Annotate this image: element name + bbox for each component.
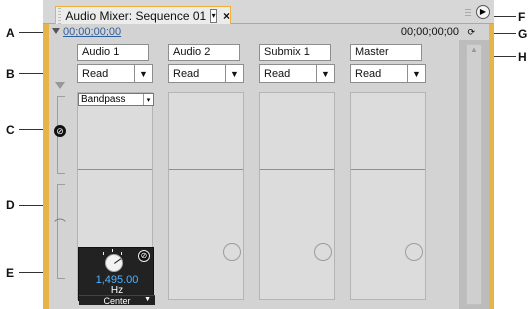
automation-mode-select[interactable]: Read ▼ (259, 64, 335, 83)
callout-g-line (493, 33, 516, 34)
chevron-down-icon[interactable]: ▾ (143, 94, 153, 105)
automation-mode-select[interactable]: Read ▼ (168, 64, 244, 83)
tab-audio-mixer[interactable]: Audio Mixer: Sequence 01 ▾ × (55, 6, 231, 24)
dial-needle (114, 258, 122, 264)
track-audio-1: Audio 1 Read ▼ Bandpass ▾ ⊘ 1,495.00 Hz … (73, 40, 161, 306)
mixer-body: 00;00;00;00 00;00;00;00 ⟳ ⊘ ⌒ Audio 1 Re… (49, 24, 489, 309)
chevron-down-icon[interactable]: ▼ (407, 65, 425, 82)
chevron-down-icon[interactable]: ▼ (134, 65, 152, 82)
automation-mode-select[interactable]: Read ▼ (77, 64, 153, 83)
tab-title: Audio Mixer: Sequence 01 (65, 8, 207, 23)
root: A B C D E F G H Audio Mixer: Sequence 01… (0, 0, 531, 309)
effect-name: Bandpass (81, 94, 126, 105)
track-name-field[interactable]: Audio 2 (168, 44, 240, 61)
effects-area: Bandpass ▾ ⊘ 1,495.00 Hz Center ▼ (77, 92, 155, 306)
drag-grip-icon[interactable] (58, 7, 62, 24)
effects-knob-icon: ⊘ (54, 125, 66, 137)
playhead-marker-icon (52, 28, 60, 34)
center-label: Center (103, 295, 131, 306)
track-name-field[interactable]: Submix 1 (259, 44, 331, 61)
dial-tick (112, 249, 113, 252)
effects-area (259, 92, 335, 300)
panel-grip-icon[interactable] (465, 8, 471, 16)
callout-d: D (6, 198, 15, 212)
tab-dropdown-button[interactable]: ▾ (210, 8, 217, 23)
track-submix-1: Submix 1 Read ▼ (255, 40, 343, 300)
send-level-knob[interactable] (405, 243, 423, 261)
track-name-field[interactable]: Audio 1 (77, 44, 149, 61)
track-name-field[interactable]: Master (350, 44, 422, 61)
track-audio-2: Audio 2 Read ▼ (164, 40, 252, 300)
effects-area (350, 92, 426, 300)
send-level-knob[interactable] (223, 243, 241, 261)
divider (78, 169, 152, 170)
automation-mode-select[interactable]: Read ▼ (350, 64, 426, 83)
mixer-left-column: ⊘ ⌒ (49, 40, 69, 309)
scroll-up-icon[interactable]: ▲ (467, 45, 481, 57)
automation-mode-value: Read (355, 67, 382, 80)
audio-mixer-panel: Audio Mixer: Sequence 01 ▾ × ▶ 00;00;00;… (43, 0, 494, 309)
panel-menu-button[interactable]: ▶ (476, 5, 490, 19)
track-master: Master Read ▼ (346, 40, 434, 300)
automation-mode-value: Read (82, 67, 109, 80)
dial-tick (121, 252, 122, 255)
effect-parameter-panel: ⊘ 1,495.00 Hz Center ▼ (78, 247, 155, 306)
effects-area (168, 92, 244, 300)
callout-g: G (518, 27, 528, 41)
automation-mode-value: Read (264, 67, 291, 80)
divider (351, 169, 425, 170)
close-icon[interactable]: × (223, 9, 230, 23)
send-level-knob[interactable] (314, 243, 332, 261)
automation-mode-value: Read (173, 67, 200, 80)
callout-e: E (6, 266, 15, 280)
effect-bypass-icon[interactable]: ⊘ (138, 250, 150, 262)
center-selector[interactable]: Center ▼ (79, 295, 155, 306)
callout-h: H (518, 50, 527, 64)
duration-timecode: 00;00;00;00 (400, 26, 459, 38)
divider (169, 169, 243, 170)
effect-slot-bandpass[interactable]: Bandpass ▾ (78, 93, 154, 106)
tab-bar: Audio Mixer: Sequence 01 ▾ × ▶ (43, 0, 494, 24)
scroll-track[interactable]: ▲ (466, 44, 482, 305)
loop-icon[interactable]: ⟳ (467, 27, 475, 38)
send-icon: ⌒ (53, 218, 66, 232)
divider (260, 169, 334, 170)
chevron-down-icon[interactable]: ▼ (316, 65, 334, 82)
chevron-down-icon[interactable]: ▼ (225, 65, 243, 82)
dial-tick (103, 252, 104, 255)
chevron-down-icon[interactable]: ▼ (144, 296, 151, 303)
callout-c: C (6, 123, 15, 137)
current-timecode[interactable]: 00;00;00;00 (63, 26, 121, 38)
vertical-scrollbar[interactable]: ▲ (459, 40, 489, 309)
collapse-triangle-icon[interactable] (55, 82, 65, 89)
timecode-row: 00;00;00;00 00;00;00;00 ⟳ (49, 24, 489, 40)
callout-b: B (6, 67, 15, 81)
callout-a: A (6, 26, 15, 40)
callout-f: F (518, 10, 526, 24)
frequency-dial[interactable] (105, 254, 123, 272)
